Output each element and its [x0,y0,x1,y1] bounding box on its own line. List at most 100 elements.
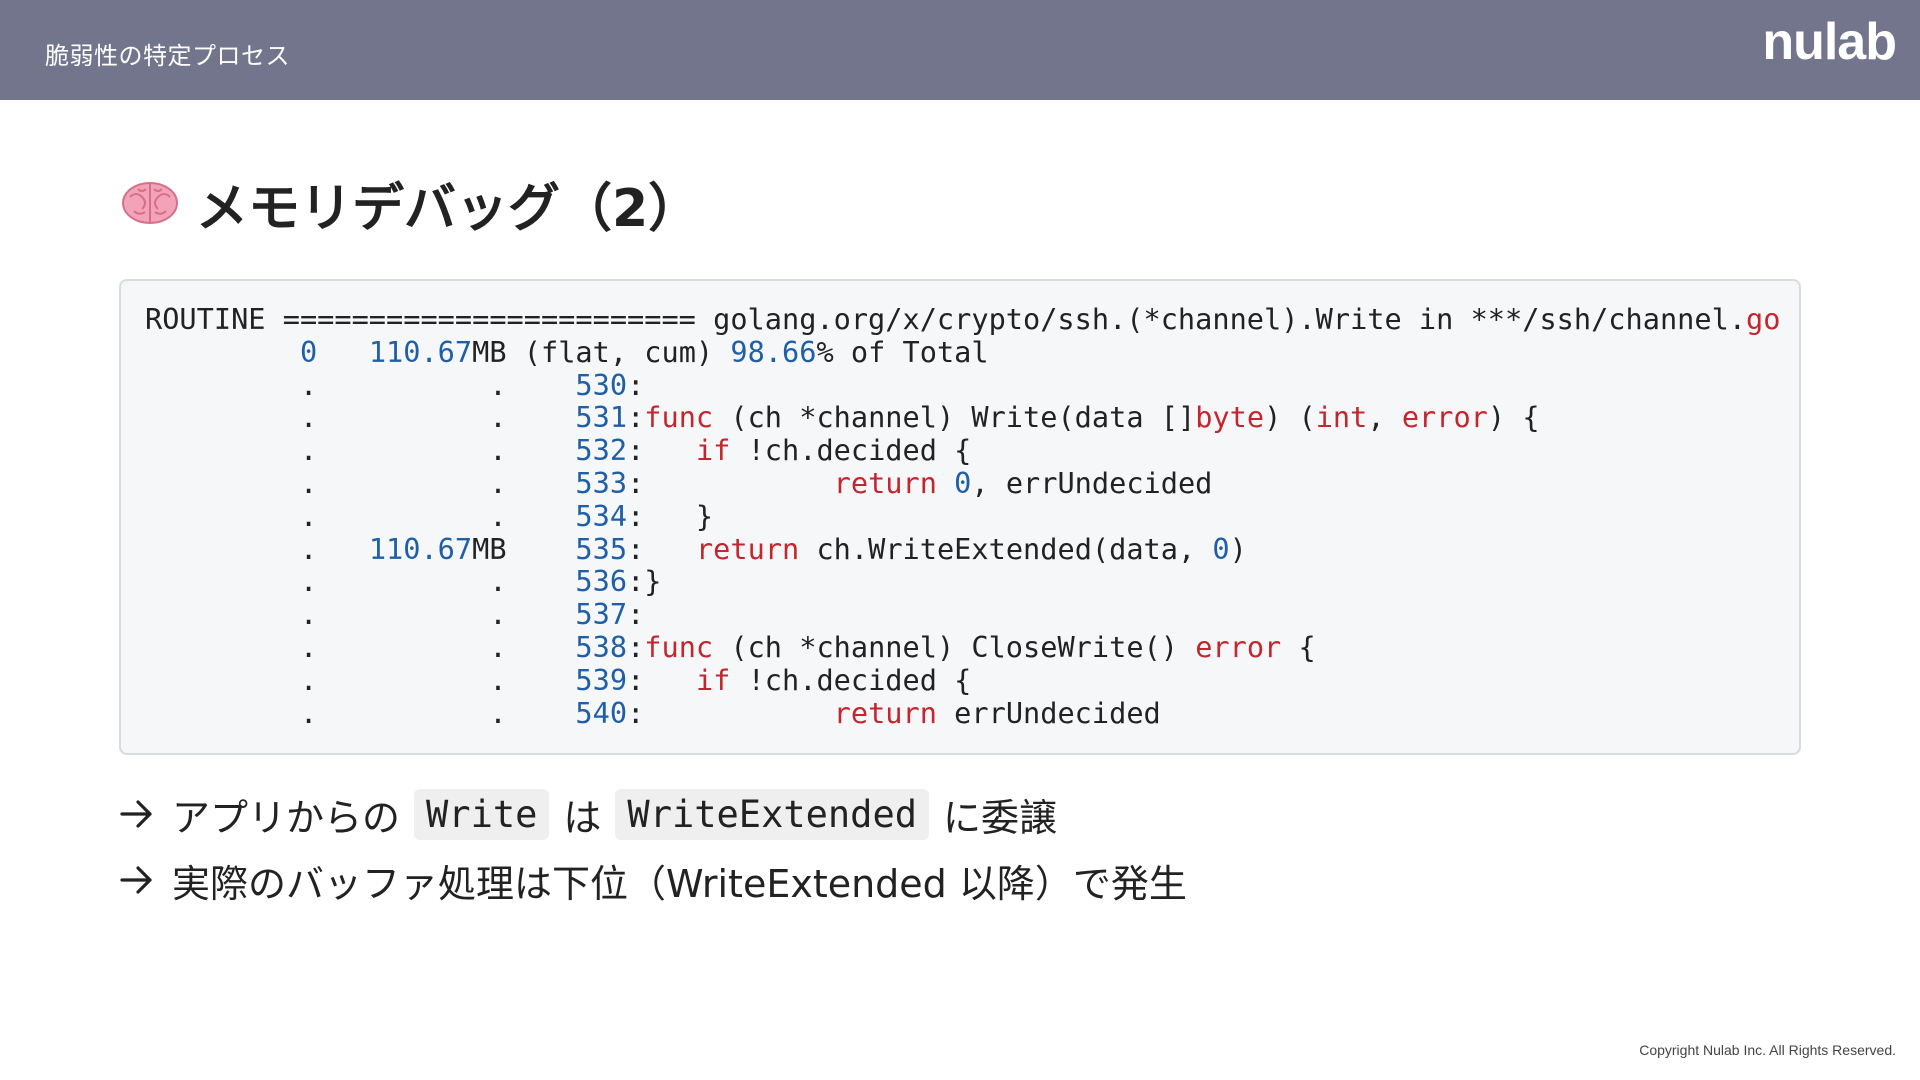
code-text: ) [1229,531,1247,566]
summary-percent: 98.66 [730,334,817,369]
line-number: 533 [575,465,628,500]
routine-path: golang.org/x/crypto/ssh.(*channel).Write… [713,302,1747,336]
cum-value: 110.67 [368,531,473,566]
flat-value: . [299,400,318,435]
keyword: func [644,629,714,664]
header-bar: 脆弱性の特定プロセス nulab [0,0,1920,100]
flat-value: . [299,597,318,632]
code-text: (ch *channel) CloseWrite() [713,629,1196,664]
brain-icon [122,182,178,224]
flat-value: . [299,433,318,468]
cum-value: . [489,629,507,664]
cum-value: . [489,400,507,435]
nulab-logo: nulab [1762,13,1897,71]
keyword: return [833,695,937,730]
code-line: . . 538:func (ch *channel) CloseWrite() … [299,629,1316,664]
bullet-text: 実際のバッファ処理は下位（WriteExtended 以降）で発生 [172,861,1187,906]
bullet-text: に委譲 [943,795,1058,840]
page-title: メモリデバッグ（2） [196,178,701,239]
inline-code-write: Write [414,788,550,840]
line-number: 537 [575,597,628,632]
keyword: return [695,531,800,566]
keyword: error [1401,400,1488,435]
cum-value: . [489,367,507,402]
code-line: . . 537: [299,597,645,632]
code-text: errUndecided [936,695,1161,730]
section-title: 脆弱性の特定プロセス [45,42,290,70]
code-block: ROUTINE ======================== golang.… [119,279,1801,755]
pprof-listing: ROUTINE ======================== golang.… [145,303,1780,729]
bullet-item: アプリからの Write は WriteExtended に委譲 [120,782,1187,846]
keyword: if [695,433,731,468]
flat-value: . [299,531,318,566]
routine-label: ROUTINE [145,302,266,336]
cum-value: . [489,662,507,697]
code-line: . . 539: if !ch.decided { [299,662,972,697]
inline-code-writeextended: WriteExtended [615,788,930,840]
flat-value: . [299,564,318,599]
code-text: } [644,564,662,599]
summary-percent-suffix: % of Total [816,334,989,369]
keyword: return [833,465,937,500]
line-number: 539 [575,662,628,697]
code-text: , [1367,400,1402,435]
code-text: !ch.decided { [730,662,972,697]
routine-ext: go [1746,302,1781,336]
keyword: int [1315,400,1368,435]
line-number: 530 [575,367,628,402]
bullet-list: アプリからの Write は WriteExtended に委譲 実際のバッファ… [120,782,1187,912]
code-line: . 110.67MB 535: return ch.WriteExtended(… [299,531,1247,566]
flat-value: . [299,662,318,697]
line-number: 532 [575,433,628,468]
line-number: 536 [575,564,628,599]
code-text: { [1281,629,1316,664]
bullet-text: アプリからの [172,795,401,840]
summary-cum-unit: MB [472,334,507,369]
code-text: (ch *channel) Write(data [] [713,400,1196,435]
keyword: func [644,400,714,435]
cum-value: . [489,465,507,500]
code-line: . . 534: } [299,498,714,533]
cum-value: . [489,564,507,599]
flat-value: . [299,367,318,402]
code-line: . . 540: return errUndecided [299,695,1161,730]
cum-value: . [489,498,507,533]
code-text: } [644,498,714,533]
keyword: error [1195,629,1282,664]
code-line: . . 530: [299,367,645,402]
flat-value: . [299,629,318,664]
line-number: 535 [575,531,628,566]
keyword: if [695,662,731,697]
cum-value: . [489,433,507,468]
copyright: Copyright Nulab Inc. All Rights Reserved… [1639,1042,1896,1058]
code-line: . . 532: if !ch.decided { [299,433,972,468]
keyword: byte [1195,400,1265,435]
summary-label: (flat, cum) [523,334,714,369]
summary-flat: 0 [299,334,318,369]
line-number: 538 [575,629,628,664]
code-line: . . 531:func (ch *channel) Write(data []… [299,400,1540,435]
cum-value: . [489,695,507,730]
code-text: !ch.decided { [730,433,972,468]
code-text: ) { [1487,400,1540,435]
bullet-text: は [563,795,602,840]
bullet-item: 実際のバッファ処理は下位（WriteExtended 以降）で発生 [120,848,1187,912]
line-number: 534 [575,498,628,533]
summary-line: 0 110.67MB (flat, cum) 98.66% of Total [145,335,989,369]
arrow-right-icon [120,866,152,894]
line-number: 540 [575,695,628,730]
flat-value: . [299,498,318,533]
routine-line: ROUTINE ======================== golang.… [145,302,1780,336]
title-row: メモリデバッグ（2） [120,168,701,239]
arrow-right-icon [120,800,152,828]
cum-unit: MB [472,531,507,566]
number-literal: 0 [954,465,972,500]
code-line: . . 533: return 0, errUndecided [299,465,1213,500]
code-text: ch.WriteExtended(data, [799,531,1213,566]
